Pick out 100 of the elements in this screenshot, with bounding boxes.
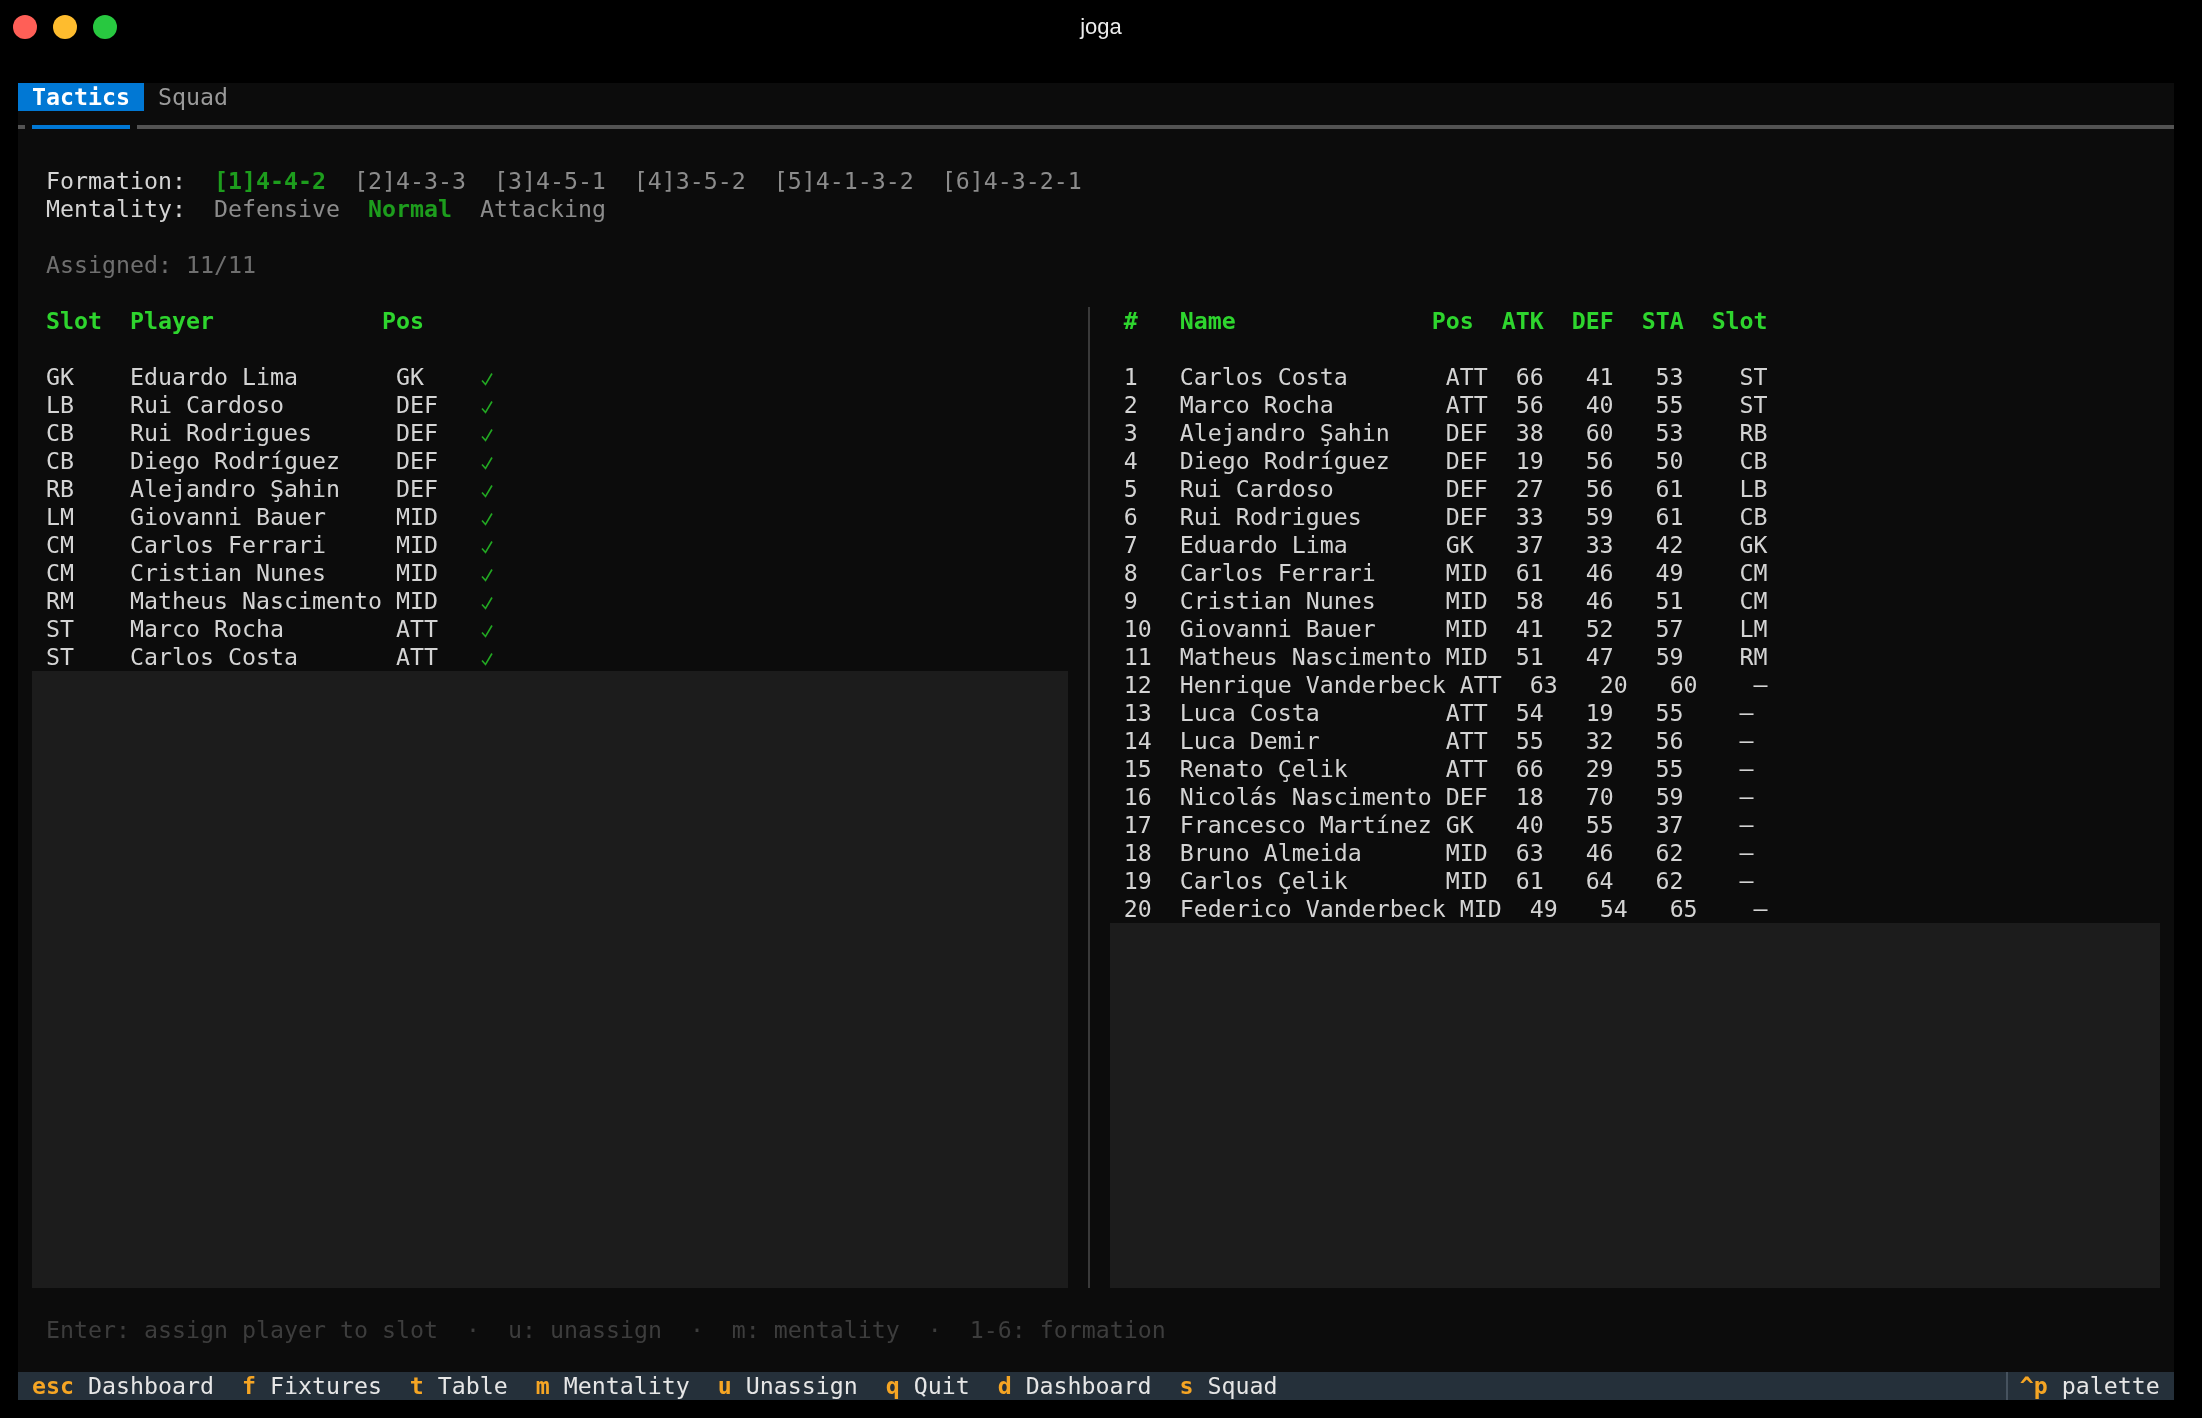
table-cell: ATT — [395, 643, 438, 672]
formation-option[interactable]: [5]4-1-3-2 — [773, 167, 914, 196]
table-cell: Carlos Çelik — [1179, 867, 1348, 896]
table-cell: 61 — [1655, 503, 1684, 532]
table-cell: 8 — [1123, 559, 1138, 588]
formation-option[interactable]: [2]4-3-3 — [353, 167, 466, 196]
key-binding[interactable]: t Table — [395, 1372, 522, 1401]
table-cell: 66 — [1515, 755, 1544, 784]
key-binding[interactable]: q Quit — [871, 1372, 984, 1401]
table-cell: DEF — [395, 391, 438, 420]
table-cell: 65 — [1669, 895, 1698, 924]
palette-binding[interactable]: ^p palette — [2005, 1372, 2174, 1401]
formation-option[interactable]: [4]3-5-2 — [633, 167, 746, 196]
table-cell: 53 — [1655, 419, 1684, 448]
table-cell: ST — [1739, 391, 1768, 420]
table-cell: ST — [45, 643, 74, 672]
table-cell: — — [1739, 811, 1754, 840]
minimize-button[interactable] — [53, 15, 77, 39]
table-cell: LB — [45, 391, 74, 420]
table-cell: ATT — [1445, 699, 1488, 728]
table-cell: 32 — [1585, 727, 1614, 756]
table-cell: DEF — [1445, 783, 1488, 812]
key-binding[interactable]: esc Dashboard — [18, 1372, 228, 1401]
table-cell: 46 — [1585, 587, 1614, 616]
table-cell: LB — [1739, 475, 1768, 504]
formation-option[interactable]: [6]4-3-2-1 — [941, 167, 1082, 196]
table-cell: 62 — [1655, 839, 1684, 868]
table-cell: 2 — [1123, 391, 1138, 420]
table-cell: 7 — [1123, 531, 1138, 560]
table-cell: RM — [1739, 643, 1768, 672]
tab[interactable]: Tactics — [18, 83, 144, 111]
key-binding[interactable]: f Fixtures — [227, 1372, 396, 1401]
table-cell: 55 — [1655, 755, 1684, 784]
table-cell: 19 — [1123, 867, 1152, 896]
table-cell: 14 — [1123, 727, 1152, 756]
table-cell: CM — [1739, 559, 1768, 588]
table-cell: 16 — [1123, 783, 1152, 812]
table-cell: GK — [395, 363, 424, 392]
table-cell: ATT — [1445, 755, 1488, 784]
column-header: Pos — [1431, 307, 1474, 336]
table-cell: GK — [1739, 531, 1768, 560]
key-binding[interactable]: m Mentality — [521, 1372, 704, 1401]
table-cell: Carlos Ferrari — [129, 531, 326, 560]
table-cell: 27 — [1515, 475, 1544, 504]
table-cell: Renato Çelik — [1179, 755, 1348, 784]
table-cell: LM — [1739, 615, 1768, 644]
mentality-option[interactable]: Defensive — [213, 195, 340, 224]
table-cell: RB — [1739, 419, 1768, 448]
key-binding[interactable]: u Unassign — [703, 1372, 872, 1401]
field-label: Mentality: — [46, 195, 186, 224]
column-header: # — [1123, 307, 1138, 336]
zoom-button[interactable] — [93, 15, 117, 39]
close-button[interactable] — [13, 15, 37, 39]
formation-option[interactable]: [3]4-5-1 — [493, 167, 606, 196]
table-cell: DEF — [1445, 447, 1488, 476]
table-cell: Diego Rodríguez — [129, 447, 340, 476]
table-cell: ATT — [1445, 391, 1488, 420]
table-cell: ATT — [1445, 363, 1488, 392]
table-cell: DEF — [1445, 503, 1488, 532]
table-cell: 37 — [1515, 531, 1544, 560]
table-cell: 19 — [1585, 699, 1614, 728]
table-cell: ATT — [1445, 727, 1488, 756]
table-cell: Rui Rodrigues — [129, 419, 312, 448]
mentality-option[interactable]: Attacking — [479, 195, 606, 224]
table-cell: — — [1739, 699, 1754, 728]
table-cell: 53 — [1655, 363, 1684, 392]
table-cell: GK — [1445, 531, 1474, 560]
table-cell: LM — [45, 503, 74, 532]
table-cell: 57 — [1655, 615, 1684, 644]
table-cell: 18 — [1515, 783, 1544, 812]
table-cell: CB — [45, 447, 74, 476]
table-cell: MID — [1445, 615, 1488, 644]
key-binding[interactable]: d Dashboard — [983, 1372, 1166, 1401]
formation-option[interactable]: [1]4-4-2 — [213, 167, 326, 196]
table-cell: 50 — [1655, 447, 1684, 476]
key-binding[interactable]: s Squad — [1165, 1372, 1292, 1401]
table-cell: 11 — [1123, 643, 1152, 672]
table-cell: Henrique Vanderbeck — [1179, 671, 1446, 700]
table-cell: Carlos Costa — [129, 643, 298, 672]
table-cell: 4 — [1123, 447, 1138, 476]
table-cell: Bruno Almeida — [1179, 839, 1362, 868]
table-cell: 49 — [1529, 895, 1558, 924]
table-cell: CB — [1739, 503, 1768, 532]
table-cell: MID — [1445, 587, 1488, 616]
table-cell: — — [1753, 895, 1768, 924]
mentality-option[interactable]: Normal — [367, 195, 452, 224]
table-cell: Alejandro Şahin — [129, 475, 340, 504]
table-cell: Diego Rodríguez — [1179, 447, 1390, 476]
table-cell: 64 — [1585, 867, 1614, 896]
table-cell: Rui Cardoso — [1179, 475, 1334, 504]
table-cell: 55 — [1655, 699, 1684, 728]
table-cell: Carlos Ferrari — [1179, 559, 1376, 588]
table-cell: 55 — [1585, 811, 1614, 840]
tab[interactable]: Squad — [143, 83, 242, 111]
table-cell: GK — [1445, 811, 1474, 840]
table-cell: 3 — [1123, 419, 1138, 448]
table-cell: Federico Vanderbeck — [1179, 895, 1446, 924]
column-header: Player — [129, 307, 214, 336]
table-cell: 18 — [1123, 839, 1152, 868]
table-cell: 10 — [1123, 615, 1152, 644]
